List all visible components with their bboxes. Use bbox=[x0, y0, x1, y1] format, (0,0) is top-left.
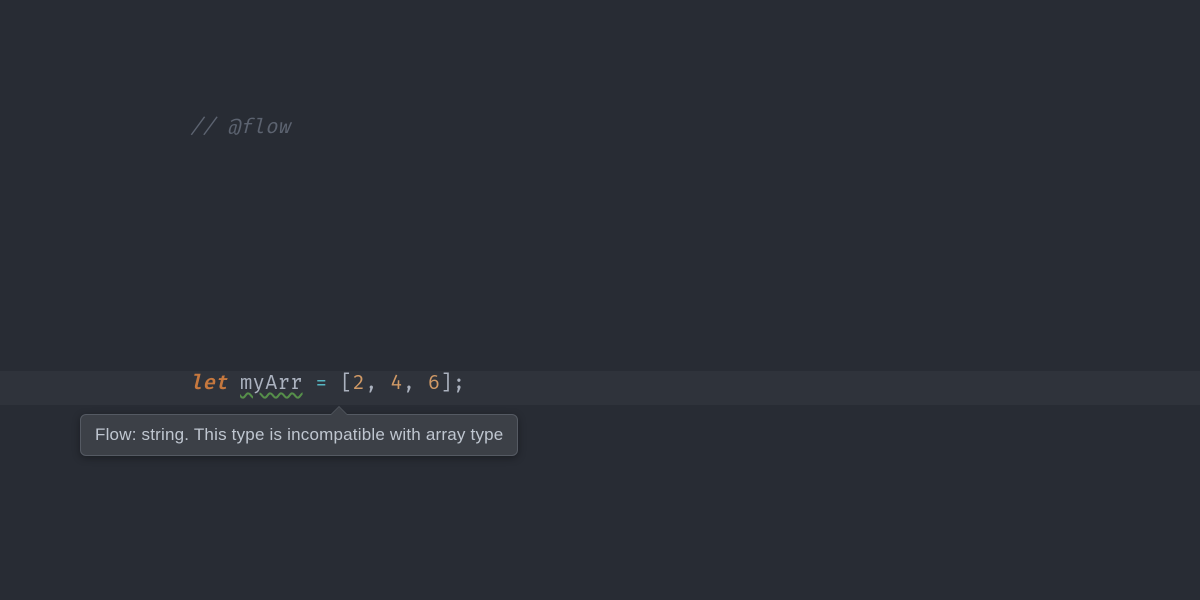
tooltip-text: Flow: string. This type is incompatible … bbox=[95, 425, 503, 444]
punct: , bbox=[365, 372, 390, 396]
code-blank-line[interactable] bbox=[190, 496, 678, 528]
code-comment: // @flow bbox=[190, 116, 290, 140]
code-editor[interactable]: // @flow let myArr = [2, 4, 6]; var mySt… bbox=[0, 0, 1200, 600]
code-line[interactable]: let myArr = [2, 4, 6]; bbox=[190, 368, 678, 400]
number-literal: 4 bbox=[390, 372, 403, 396]
number-literal: 6 bbox=[428, 372, 441, 396]
punct: [ bbox=[340, 372, 353, 396]
identifier-myArr: myArr bbox=[240, 372, 303, 396]
punct: , bbox=[403, 372, 428, 396]
punct: ]; bbox=[440, 372, 465, 396]
keyword-let: let bbox=[190, 372, 228, 396]
code-line[interactable]: // @flow bbox=[190, 112, 678, 144]
number-literal: 2 bbox=[353, 372, 366, 396]
tooltip-arrow-icon bbox=[331, 407, 347, 415]
code-area[interactable]: // @flow let myArr = [2, 4, 6]; var mySt… bbox=[190, 16, 678, 600]
operator-eq: = bbox=[303, 372, 341, 396]
code-blank-line[interactable] bbox=[190, 240, 678, 272]
error-tooltip: Flow: string. This type is incompatible … bbox=[80, 414, 518, 456]
